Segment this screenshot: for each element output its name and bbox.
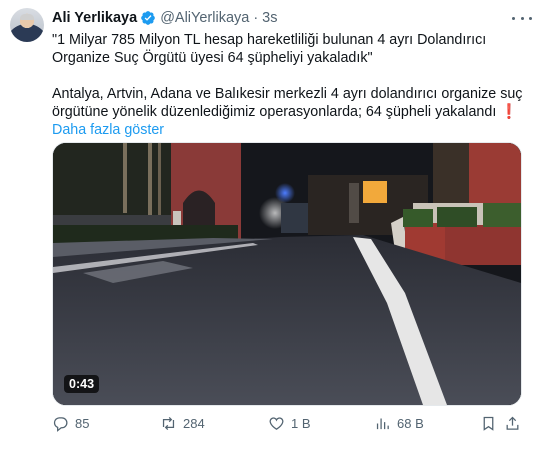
verified-badge-icon: [141, 11, 156, 25]
tweet-header: Ali Yerlikaya @AliYerlikaya · 3s: [52, 8, 278, 28]
retweet-icon: [162, 416, 175, 430]
reply-count: 85: [75, 415, 90, 431]
tweet-time[interactable]: 3s: [262, 10, 277, 26]
action-bar: 85 284 1 B 68 B: [52, 412, 522, 434]
show-more-link[interactable]: Daha fazla göster: [52, 121, 528, 139]
retweet-button[interactable]: 284: [160, 412, 205, 434]
like-button[interactable]: 1 B: [268, 412, 311, 434]
tweet-text: "1 Milyar 785 Milyon TL hesap hareketlil…: [52, 31, 528, 139]
like-count: 1 B: [291, 415, 311, 431]
more-icon[interactable]: [512, 10, 532, 26]
bookmark-icon: [483, 416, 494, 431]
tweet-text-line-2: Antalya, Artvin, Adana ve Balıkesir merk…: [52, 86, 523, 120]
views-count: 68 B: [397, 415, 424, 431]
avatar[interactable]: [10, 8, 44, 42]
video-player[interactable]: 0:43: [52, 142, 522, 406]
avatar-hair: [20, 14, 34, 20]
heart-icon: [269, 416, 284, 430]
tweet-text-line-1: "1 Milyar 785 Milyon TL hesap hareketlil…: [52, 32, 487, 66]
retweet-count: 284: [183, 415, 205, 431]
share-button[interactable]: [504, 412, 527, 434]
views-icon: [376, 418, 389, 429]
reply-icon: [53, 416, 68, 432]
author-name[interactable]: Ali Yerlikaya: [52, 10, 137, 26]
bookmark-button[interactable]: [480, 412, 503, 434]
share-icon: [506, 416, 519, 430]
video-duration: 0:43: [64, 375, 100, 393]
reply-button[interactable]: 85: [52, 412, 89, 434]
views-button[interactable]: 68 B: [374, 412, 424, 434]
tweet[interactable]: Ali Yerlikaya @AliYerlikaya · 3s "1 Mily…: [0, 0, 548, 449]
author-handle[interactable]: @AliYerlikaya: [160, 10, 249, 26]
video-frame: [53, 143, 521, 405]
separator-dot: ·: [253, 10, 259, 26]
